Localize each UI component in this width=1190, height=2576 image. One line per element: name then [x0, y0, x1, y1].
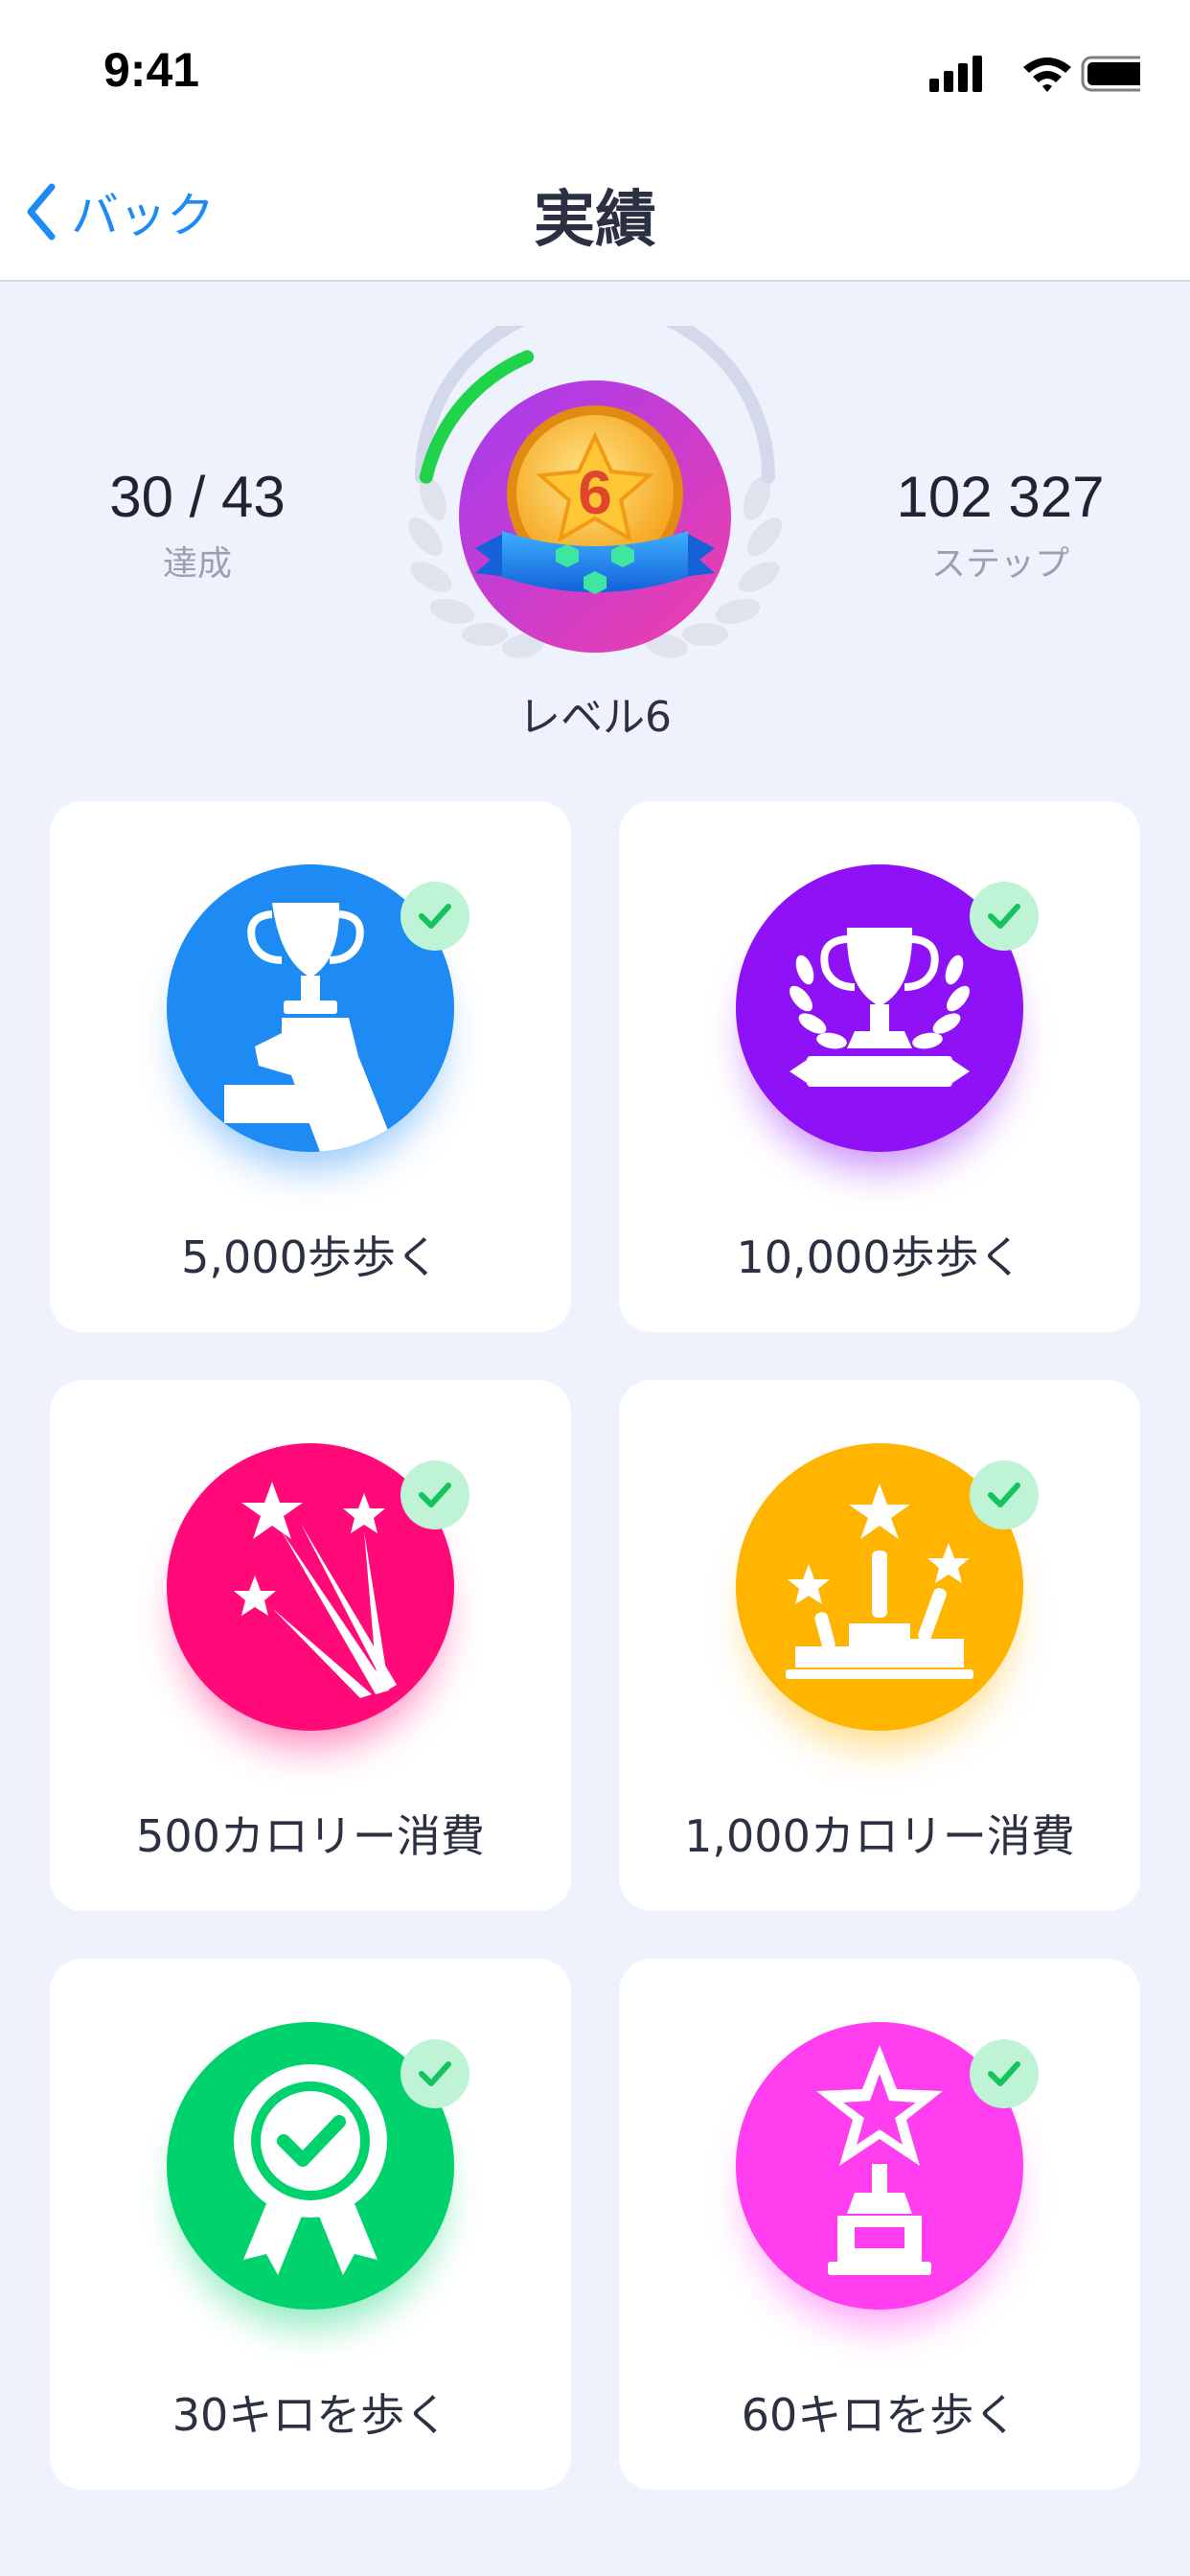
achievement-label: 500カロリー消費 — [136, 1810, 485, 1862]
achievement-label: 10,000歩歩く — [736, 1231, 1023, 1283]
completed-check — [970, 2039, 1039, 2108]
achieved-label: 達成 — [162, 544, 232, 584]
achievement-card-10000-steps[interactable]: 10,000歩歩く — [619, 801, 1140, 1332]
status-icons — [929, 56, 1140, 92]
steps-value: 102 327 — [896, 465, 1105, 529]
checkmark-icon — [419, 1483, 451, 1507]
level-number: 6 — [578, 458, 612, 527]
checkmark-icon — [988, 1483, 1020, 1507]
achievement-card-30-km[interactable]: 30キロを歩く — [50, 1959, 571, 2490]
achievement-label: 5,000歩歩く — [181, 1231, 440, 1283]
achieved-value: 30 / 43 — [109, 465, 286, 529]
achievement-label: 60キロを歩く — [741, 2389, 1018, 2441]
signal-icon — [929, 56, 982, 92]
completed-check — [400, 2039, 469, 2108]
completed-check — [970, 882, 1039, 951]
navigation-bar: バック 実績 — [0, 144, 1190, 282]
completed-check — [970, 1460, 1039, 1530]
completed-check — [400, 1460, 469, 1530]
checkmark-icon — [988, 904, 1020, 929]
battery-icon — [1081, 56, 1140, 92]
achievement-card-5000-steps[interactable]: 5,000歩歩く — [50, 801, 571, 1332]
achievement-label: 1,000カロリー消費 — [684, 1810, 1075, 1862]
achievement-card-500-calories[interactable]: 500カロリー消費 — [50, 1380, 571, 1911]
achieved-stat: 30 / 43 達成 — [54, 464, 341, 586]
status-time: 9:41 — [103, 43, 200, 97]
completed-check — [400, 882, 469, 951]
status-bar: 9:41 — [0, 0, 1190, 144]
steps-stat: 102 327 ステップ — [857, 464, 1144, 586]
achievement-label: 30キロを歩く — [172, 2389, 449, 2441]
level-badge: 6 — [408, 326, 782, 658]
checkmark-icon — [988, 2061, 1020, 2086]
wifi-icon — [1023, 58, 1071, 92]
checkmark-icon — [419, 904, 451, 929]
steps-label: ステップ — [930, 544, 1069, 584]
achievement-card-1000-calories[interactable]: 1,000カロリー消費 — [619, 1380, 1140, 1911]
checkmark-icon — [419, 2061, 451, 2086]
level-label: レベル6 — [518, 693, 672, 742]
page-title: 実績 — [534, 185, 656, 256]
achievement-card-60-km[interactable]: 60キロを歩く — [619, 1959, 1140, 2490]
